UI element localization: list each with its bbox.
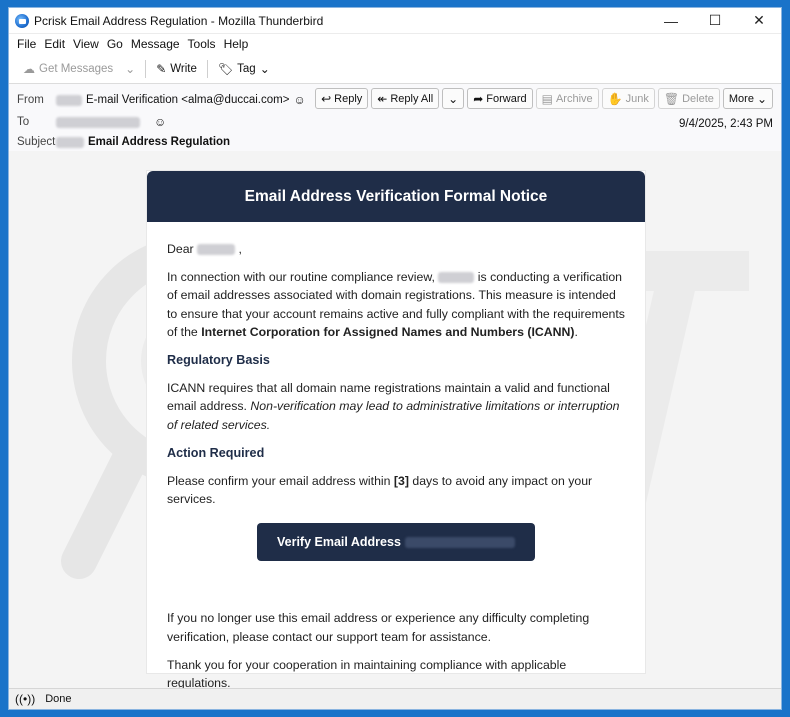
status-text: Done <box>45 693 72 705</box>
email-card: Email Address Verification Formal Notice… <box>146 170 646 689</box>
reply-all-icon: ↞ <box>377 91 388 106</box>
intro-end: . <box>574 324 578 339</box>
to-value[interactable]: ☺ <box>56 116 166 128</box>
menu-tools[interactable]: Tools <box>184 37 220 51</box>
title-bar: Pcrisk Email Address Regulation - Mozill… <box>9 8 781 34</box>
cta-wrapper: Verify Email Address <box>167 523 625 562</box>
chevron-down-icon: ⌄ <box>259 61 270 76</box>
cloud-download-icon: ☁ <box>23 61 35 76</box>
junk-button[interactable]: ✋ Junk <box>601 88 655 109</box>
menu-help[interactable]: Help <box>220 37 253 51</box>
activity-icon: ((•)) <box>15 692 36 706</box>
paragraph-regulatory: ICANN requires that all domain name regi… <box>167 379 625 434</box>
subject-label: Subject <box>17 136 56 148</box>
redacted-company <box>438 272 475 284</box>
deadline-days: [3] <box>393 474 409 489</box>
message-date: 9/4/2025, 2:43 PM <box>679 118 773 130</box>
redacted-sender-name <box>56 94 82 106</box>
action-text-a: Please confirm your email address within <box>167 474 391 489</box>
junk-icon: ✋ <box>607 91 623 106</box>
chevron-down-icon: ⌄ <box>125 61 136 76</box>
get-messages-dropdown[interactable]: ⌄ <box>119 61 141 77</box>
paragraph-action: Please confirm your email address within… <box>167 472 625 508</box>
to-label: To <box>17 116 30 128</box>
tag-button[interactable]: 🏷 Tag ⌄ <box>212 61 276 77</box>
pencil-icon: ✎ <box>156 61 167 76</box>
write-button[interactable]: ✎ Write <box>150 61 203 77</box>
thunderbird-window: Pcrisk Email Address Regulation - Mozill… <box>8 7 782 710</box>
contact-icon: ☺ <box>154 115 167 129</box>
delete-label: Delete <box>682 92 714 105</box>
greeting-line: Dear , <box>167 240 625 258</box>
subject-text: Email Address Regulation <box>88 136 231 148</box>
write-label: Write <box>170 62 197 75</box>
main-toolbar: ☁ Get Messages ⌄ ✎ Write 🏷 Tag ⌄ <box>9 54 781 84</box>
get-messages-button[interactable]: ☁ Get Messages <box>17 61 119 77</box>
contact-icon: ☺ <box>293 93 306 107</box>
forward-button[interactable]: ➦ Forward <box>467 88 533 109</box>
paragraph-intro: In connection with our routine complianc… <box>167 268 625 341</box>
window-title: Pcrisk Email Address Regulation - Mozill… <box>34 13 324 28</box>
message-actions: ↩ Reply ↞ Reply All ⌄ ➦ Forward ▤ Archiv… <box>315 88 773 109</box>
verify-email-button[interactable]: Verify Email Address <box>257 523 535 562</box>
delete-button[interactable]: 🗑 Delete <box>657 88 720 109</box>
more-button[interactable]: More ⌄ <box>722 88 773 109</box>
reply-dropdown[interactable]: ⌄ <box>442 88 465 109</box>
chevron-down-icon: ⌄ <box>448 91 459 106</box>
icann-name: Internet Corporation for Assigned Names … <box>201 324 575 339</box>
forward-icon: ➦ <box>473 91 484 106</box>
greeting-comma: , <box>238 242 242 256</box>
menu-go[interactable]: Go <box>103 37 127 51</box>
toolbar-divider <box>206 59 208 78</box>
tag-label: Tag <box>237 62 256 75</box>
intro-text-a: In connection with our routine complianc… <box>167 270 435 285</box>
subject-value: Email Address Regulation <box>56 136 230 148</box>
reply-icon: ↩ <box>321 91 332 106</box>
get-messages-label: Get Messages <box>39 62 114 75</box>
menu-edit[interactable]: Edit <box>40 37 69 51</box>
trash-icon: 🗑 <box>663 91 680 106</box>
paragraph-support: If you no longer use this email address … <box>167 611 590 644</box>
archive-label: Archive <box>555 92 593 105</box>
from-address: E-mail Verification <alma@duccai.com> <box>86 94 290 106</box>
toolbar-divider <box>145 59 147 78</box>
redacted-recipient-name <box>197 244 236 256</box>
paragraph-thanks: Thank you for your cooperation in mainta… <box>167 657 567 689</box>
section-action-required: Action Required <box>167 445 265 460</box>
menu-bar: File Edit View Go Message Tools Help <box>9 34 781 54</box>
archive-icon: ▤ <box>541 91 553 106</box>
email-heading: Email Address Verification Formal Notice <box>147 171 645 222</box>
junk-label: Junk <box>625 92 649 105</box>
status-bar: ((•)) Done <box>9 688 781 709</box>
reply-button[interactable]: ↩ Reply <box>315 88 369 109</box>
redacted-recipient <box>56 116 140 128</box>
menu-message[interactable]: Message <box>127 37 184 51</box>
redacted-link-text <box>404 536 515 548</box>
email-content: Dear , In connection with our routine co… <box>147 222 645 689</box>
from-label: From <box>17 94 44 106</box>
verify-email-label: Verify Email Address <box>277 535 401 550</box>
minimize-button[interactable]: — <box>649 8 693 34</box>
menu-file[interactable]: File <box>13 37 40 51</box>
message-body-pane[interactable]: Email Address Verification Formal Notice… <box>9 151 781 689</box>
thunderbird-app-icon <box>15 13 29 28</box>
from-value[interactable]: E-mail Verification <alma@duccai.com> ☺ <box>56 94 306 106</box>
chevron-down-icon: ⌄ <box>756 91 767 106</box>
section-regulatory-basis: Regulatory Basis <box>167 353 270 368</box>
maximize-button[interactable]: ☐ <box>693 8 737 34</box>
forward-label: Forward <box>486 92 527 105</box>
redacted-subject-prefix <box>56 136 84 148</box>
tag-icon: 🏷 <box>217 61 234 76</box>
reply-all-button[interactable]: ↞ Reply All <box>371 88 440 109</box>
reply-all-label: Reply All <box>390 92 434 105</box>
close-button[interactable]: ✕ <box>737 8 781 34</box>
message-header: From E-mail Verification <alma@duccai.co… <box>9 84 781 158</box>
menu-view[interactable]: View <box>69 37 103 51</box>
greeting: Dear <box>167 242 194 256</box>
more-label: More <box>728 92 754 105</box>
archive-button[interactable]: ▤ Archive <box>535 88 599 109</box>
reply-label: Reply <box>334 92 363 105</box>
